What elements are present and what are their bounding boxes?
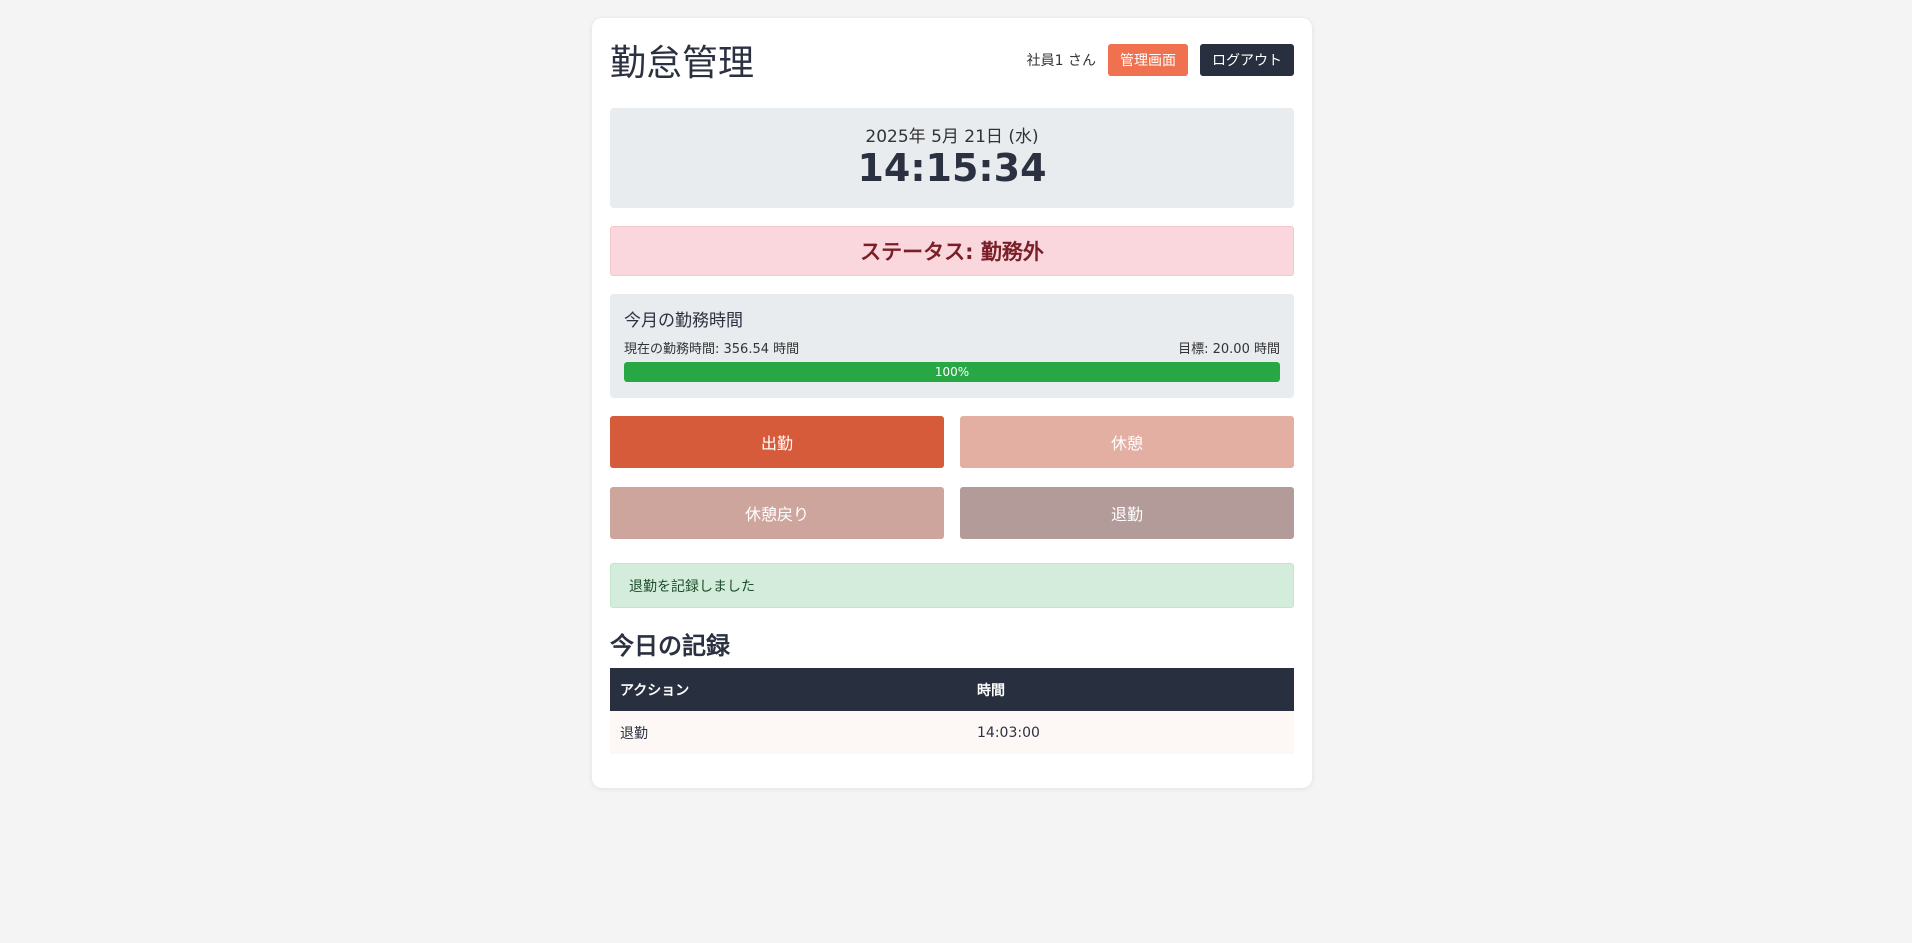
hours-progress-fill: 100% — [624, 362, 1280, 382]
hours-progress-bar: 100% — [624, 362, 1280, 382]
monthly-hours-panel: 今月の勤務時間 現在の勤務時間: 356.54 時間 目標: 20.00 時間 … — [610, 294, 1294, 398]
records-title: 今日の記録 — [610, 632, 730, 660]
current-date: 2025年 5月 21日 (水) — [865, 127, 1039, 147]
records-table: アクション 時間 退勤 14:03:00 — [610, 668, 1294, 754]
clock-in-button[interactable]: 出勤 — [610, 416, 944, 468]
header: 勤怠管理 社員1 さん 管理画面 ログアウト — [610, 36, 1294, 84]
user-name: 社員1 さん — [1026, 53, 1096, 69]
success-alert: 退勤を記録しました — [610, 563, 1294, 608]
break-return-button[interactable]: 休憩戻り — [610, 487, 944, 539]
main-card: 勤怠管理 社員1 さん 管理画面 ログアウト 2025年 5月 21日 (水) … — [592, 18, 1312, 788]
break-button[interactable]: 休憩 — [960, 416, 1294, 468]
target-hours: 目標: 20.00 時間 — [1178, 342, 1280, 357]
current-hours: 現在の勤務時間: 356.54 時間 — [624, 342, 800, 357]
header-actions: 社員1 さん 管理画面 ログアウト — [1027, 44, 1294, 76]
clock-panel: 2025年 5月 21日 (水) 14:15:34 — [610, 108, 1294, 208]
monthly-hours-title: 今月の勤務時間 — [624, 311, 743, 331]
column-header-action: アクション — [610, 668, 967, 711]
table-header-row: アクション 時間 — [610, 668, 1294, 711]
logout-button[interactable]: ログアウト — [1200, 44, 1294, 76]
column-header-time: 時間 — [967, 668, 1294, 711]
page-title: 勤怠管理 — [610, 43, 755, 84]
status-badge: ステータス: 勤務外 — [610, 226, 1294, 276]
admin-button[interactable]: 管理画面 — [1108, 44, 1188, 76]
record-time: 14:03:00 — [967, 711, 1294, 754]
table-row: 退勤 14:03:00 — [610, 711, 1294, 754]
clock-out-button[interactable]: 退勤 — [960, 487, 1294, 539]
record-action: 退勤 — [610, 711, 967, 754]
current-time: 14:15:34 — [857, 146, 1047, 190]
